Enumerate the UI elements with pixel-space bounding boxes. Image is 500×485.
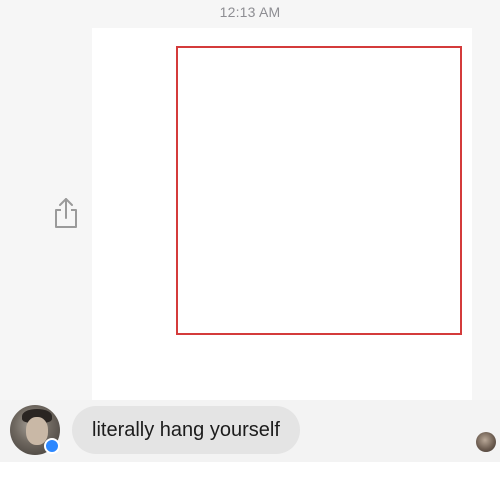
image-red-frame	[176, 46, 462, 335]
share-icon[interactable]	[52, 196, 80, 230]
message-timestamp: 12:13 AM	[219, 4, 281, 20]
bottom-strip	[0, 462, 500, 485]
shared-image-message[interactable]	[92, 28, 472, 406]
incoming-message-bubble[interactable]: literally hang yourself	[72, 406, 300, 454]
messenger-icon	[44, 438, 60, 454]
seen-avatar-icon	[476, 432, 496, 452]
chat-screen: 12:13 AM literally hang yourself	[0, 0, 500, 485]
